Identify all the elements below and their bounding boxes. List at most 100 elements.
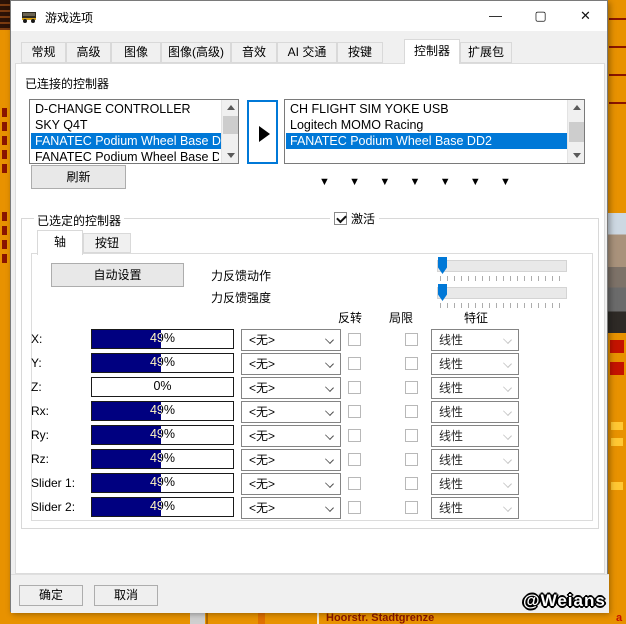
tab-general[interactable]: 常规 xyxy=(21,42,66,63)
activate-label: 激活 xyxy=(351,212,376,226)
refresh-button[interactable]: 刷新 xyxy=(31,165,126,189)
list-item[interactable]: D-CHANGE CONTROLLER xyxy=(31,101,219,117)
assigned-controllers-list[interactable]: CH FLIGHT SIM YOKE USB Logitech MOMO Rac… xyxy=(284,99,585,164)
tab-axis[interactable]: 轴 xyxy=(37,230,83,255)
chevron-down-icon xyxy=(325,335,334,344)
close-button[interactable]: ✕ xyxy=(563,1,608,31)
axis-label: Rz: xyxy=(31,452,49,466)
dropdown-value: 线性 xyxy=(439,357,464,371)
chevron-down-icon xyxy=(325,455,334,464)
down-arrow-icon: ▼ xyxy=(319,176,330,188)
characteristic-dropdown[interactable]: 线性 xyxy=(431,449,519,471)
invert-checkbox[interactable] xyxy=(348,381,361,394)
cancel-button[interactable]: 取消 xyxy=(94,585,158,606)
chevron-down-icon xyxy=(503,479,512,488)
maximize-button[interactable]: ▢ xyxy=(518,1,563,31)
activate-checkbox[interactable] xyxy=(334,212,347,225)
screen: Hoorstr. Stadtgrenze a 游戏选项 — ▢ ✕ 常规 高级 … xyxy=(0,0,626,624)
ff-strength-slider-track[interactable] xyxy=(437,287,567,299)
axis-progress-bar: 49% 49% xyxy=(91,425,234,445)
list-item[interactable]: SKY Q4T xyxy=(31,117,219,133)
axis-assignment-dropdown[interactable]: <无> xyxy=(241,377,341,399)
background-red-text xyxy=(610,340,624,353)
axis-assignment-dropdown[interactable]: <无> xyxy=(241,401,341,423)
chevron-down-icon xyxy=(325,479,334,488)
invert-checkbox[interactable] xyxy=(348,333,361,346)
scrollbar[interactable] xyxy=(221,100,238,163)
limit-checkbox[interactable] xyxy=(405,453,418,466)
list-item[interactable]: Logitech MOMO Racing xyxy=(286,117,565,133)
tab-graphics-advanced[interactable]: 图像(高级) xyxy=(161,42,231,63)
invert-checkbox[interactable] xyxy=(348,429,361,442)
axis-row-rz: Rz: 49% 49% <无> 线性 xyxy=(11,449,609,471)
scrollbar[interactable] xyxy=(567,100,584,163)
limit-checkbox[interactable] xyxy=(405,333,418,346)
title-bar[interactable]: 游戏选项 — ▢ ✕ xyxy=(11,1,607,31)
invert-checkbox[interactable] xyxy=(348,477,361,490)
activate-control[interactable]: 激活 xyxy=(330,211,380,226)
axis-row-x: X: 49% 49% <无> 线性 xyxy=(11,329,609,351)
ff-action-slider-track[interactable] xyxy=(437,260,567,272)
background-vertical-text xyxy=(2,108,7,178)
characteristic-dropdown[interactable]: 线性 xyxy=(431,497,519,519)
ok-button[interactable]: 确定 xyxy=(19,585,83,606)
tab-buttons[interactable]: 按钮 xyxy=(83,233,131,253)
tab-advanced[interactable]: 高级 xyxy=(66,42,111,63)
characteristic-dropdown[interactable]: 线性 xyxy=(431,377,519,399)
axis-assignment-dropdown[interactable]: <无> xyxy=(241,425,341,447)
characteristic-dropdown[interactable]: 线性 xyxy=(431,425,519,447)
axis-assignment-dropdown[interactable]: <无> xyxy=(241,449,341,471)
limit-checkbox[interactable] xyxy=(405,429,418,442)
limit-checkbox[interactable] xyxy=(405,405,418,418)
list-item[interactable]: FANATEC Podium Wheel Base D xyxy=(31,149,219,163)
background-screenshot-thumbnail xyxy=(608,213,626,333)
limit-checkbox[interactable] xyxy=(405,357,418,370)
invert-checkbox[interactable] xyxy=(348,453,361,466)
background-vertical-text xyxy=(2,212,7,267)
characteristic-dropdown[interactable]: 线性 xyxy=(431,401,519,423)
minimize-button[interactable]: — xyxy=(473,1,518,31)
characteristic-dropdown[interactable]: 线性 xyxy=(431,329,519,351)
scrollbar-up-icon[interactable] xyxy=(568,100,584,115)
background-bottom-divider xyxy=(317,612,319,624)
assign-controller-button[interactable] xyxy=(247,100,278,164)
invert-checkbox[interactable] xyxy=(348,357,361,370)
axis-assignment-dropdown[interactable]: <无> xyxy=(241,497,341,519)
scrollbar-thumb[interactable] xyxy=(223,116,238,134)
dropdown-value: 线性 xyxy=(439,381,464,395)
scrollbar-down-icon[interactable] xyxy=(222,148,238,163)
tab-ai-traffic[interactable]: AI 交通 xyxy=(277,42,337,63)
tab-graphics[interactable]: 图像 xyxy=(111,42,161,63)
tab-keys[interactable]: 按键 xyxy=(337,42,383,63)
auto-setup-button[interactable]: 自动设置 xyxy=(51,263,184,287)
dropdown-value: 线性 xyxy=(439,405,464,419)
characteristic-dropdown[interactable]: 线性 xyxy=(431,473,519,495)
axis-assignment-dropdown[interactable]: <无> xyxy=(241,329,341,351)
scrollbar-thumb[interactable] xyxy=(569,122,584,142)
dropdown-value: 线性 xyxy=(439,333,464,347)
dropdown-value: 线性 xyxy=(439,453,464,467)
characteristic-dropdown[interactable]: 线性 xyxy=(431,353,519,375)
limit-checkbox[interactable] xyxy=(405,501,418,514)
list-item[interactable]: CH FLIGHT SIM YOKE USB xyxy=(286,101,565,117)
list-item-selected[interactable]: FANATEC Podium Wheel Base D xyxy=(31,133,222,149)
axis-assignment-dropdown[interactable]: <无> xyxy=(241,353,341,375)
tab-addons[interactable]: 扩展包 xyxy=(460,42,512,63)
axis-label: Ry: xyxy=(31,428,49,442)
invert-checkbox[interactable] xyxy=(348,501,361,514)
tab-controller[interactable]: 控制器 xyxy=(404,39,460,64)
connected-controllers-list[interactable]: D-CHANGE CONTROLLER SKY Q4T FANATEC Podi… xyxy=(29,99,239,164)
limit-checkbox[interactable] xyxy=(405,477,418,490)
background-menu-edge xyxy=(0,0,10,30)
list-item-selected[interactable]: FANATEC Podium Wheel Base DD2 xyxy=(286,133,568,149)
invert-checkbox[interactable] xyxy=(348,405,361,418)
limit-checkbox[interactable] xyxy=(405,381,418,394)
scrollbar-down-icon[interactable] xyxy=(568,148,584,163)
axis-assignment-dropdown[interactable]: <无> xyxy=(241,473,341,495)
axis-label: Slider 1: xyxy=(31,476,76,490)
dropdown-value: <无> xyxy=(249,381,276,395)
background-yellow-text xyxy=(611,422,623,430)
scrollbar-up-icon[interactable] xyxy=(222,100,238,115)
tab-sound[interactable]: 音效 xyxy=(231,42,277,63)
background-list-line xyxy=(609,18,626,20)
